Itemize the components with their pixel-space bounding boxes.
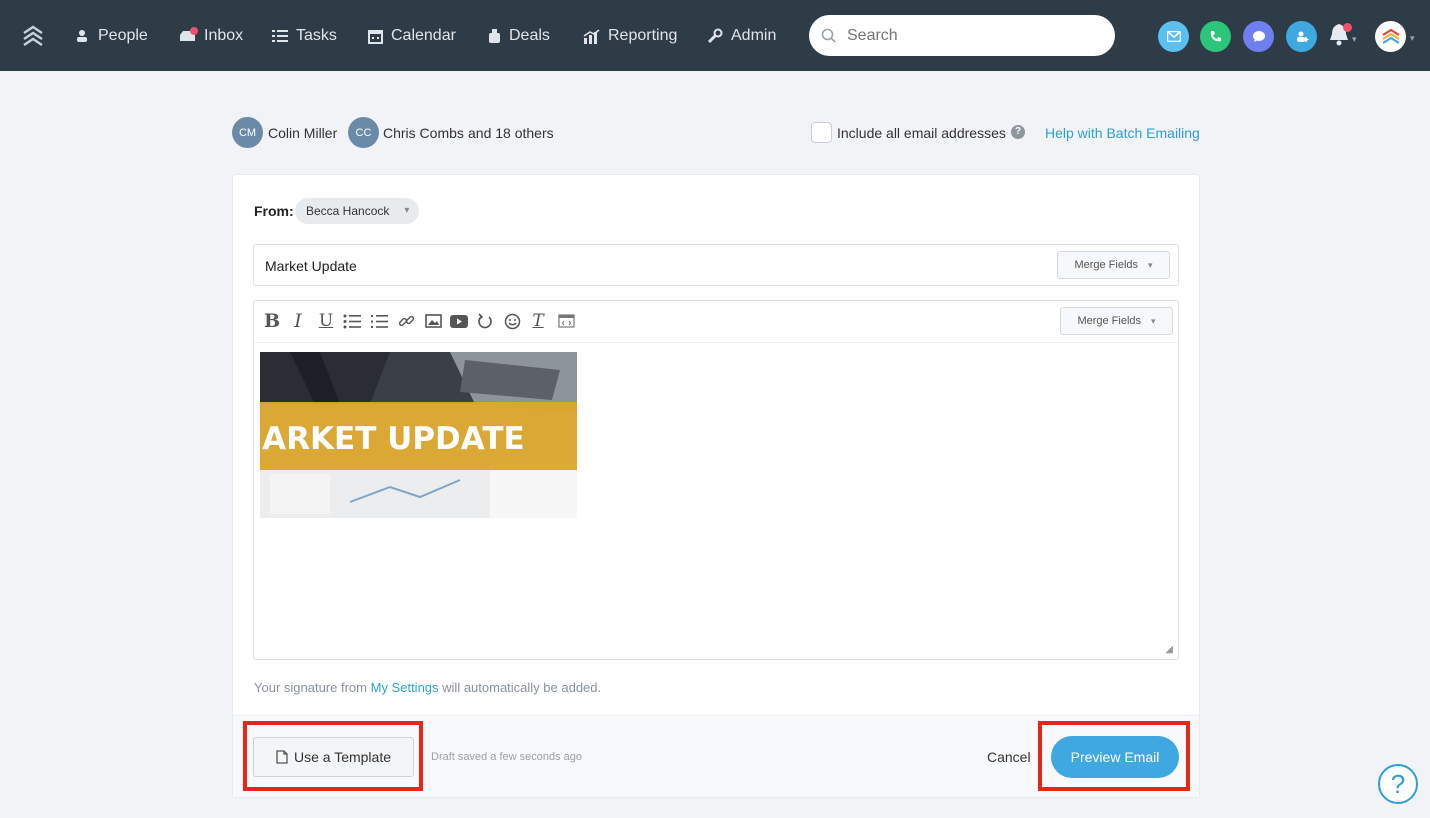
tasks-list-icon xyxy=(272,30,288,42)
recipient-others-link[interactable]: and 18 others xyxy=(468,125,554,141)
bold-icon[interactable]: B xyxy=(262,310,282,332)
phone-icon xyxy=(1210,31,1221,42)
wrench-icon xyxy=(707,28,723,44)
chevron-down-icon: ▾ xyxy=(404,205,410,216)
italic-icon[interactable]: I xyxy=(288,310,308,332)
avatar-initials: CM xyxy=(238,126,257,139)
person-icon xyxy=(77,30,87,42)
avatar: CC xyxy=(348,117,379,148)
help-batch-emailing-link[interactable]: Help with Batch Emailing xyxy=(1045,125,1200,141)
notifications-bell[interactable]: ▾ xyxy=(1328,22,1358,50)
merge-fields-label: Merge Fields xyxy=(1074,259,1139,271)
nav-inbox-label: Inbox xyxy=(204,27,244,44)
editor-toolbar: B I U T xyxy=(254,301,1178,343)
merge-fields-label: Merge Fields xyxy=(1077,315,1142,327)
banner-text: MARKET UPDATE xyxy=(260,421,525,457)
bullet-list-icon[interactable] xyxy=(342,311,362,331)
calendar-icon xyxy=(368,29,383,44)
inbox-notification-dot xyxy=(190,27,198,35)
recipient-name[interactable]: Colin Miller xyxy=(268,125,337,141)
avatar-initials: CC xyxy=(355,126,372,139)
search-box[interactable] xyxy=(809,15,1115,56)
question-icon[interactable]: ? xyxy=(1011,125,1025,139)
nav-tasks-label: Tasks xyxy=(296,27,337,44)
from-selector[interactable]: Becca Hancock ▾ xyxy=(295,198,420,224)
add-person-icon xyxy=(1296,31,1308,42)
draft-status: Draft saved a few seconds ago xyxy=(431,751,583,763)
quick-chat-button[interactable] xyxy=(1243,21,1274,52)
bell-notification-dot xyxy=(1343,23,1352,32)
subject-merge-fields-button[interactable]: Merge Fields ▾ xyxy=(1057,251,1170,279)
email-body-editor[interactable]: B I U T Merge Fields ▾ MARKET UPDATE ◢ xyxy=(253,300,1179,660)
subject-value: Market Update xyxy=(265,258,357,274)
email-icon xyxy=(1166,31,1181,42)
nav-calendar-label: Calendar xyxy=(391,27,456,44)
signature-note: Your signature from My Settings will aut… xyxy=(254,680,601,695)
undo-icon[interactable] xyxy=(475,311,495,331)
signature-prefix: Your signature from xyxy=(254,680,367,695)
help-bubble[interactable]: ? xyxy=(1378,764,1418,804)
nav-admin[interactable]: Admin xyxy=(707,24,776,48)
market-update-banner-image[interactable]: MARKET UPDATE xyxy=(260,352,577,518)
chevron-down-icon: ▾ xyxy=(1148,259,1153,270)
underline-icon[interactable]: U xyxy=(316,311,336,331)
nav-deals[interactable]: Deals xyxy=(488,24,550,48)
quick-add-person-button[interactable] xyxy=(1286,21,1317,52)
my-settings-link[interactable]: My Settings xyxy=(371,680,439,695)
cancel-button[interactable]: Cancel xyxy=(987,749,1031,765)
user-avatar-menu[interactable] xyxy=(1375,21,1406,52)
search-icon xyxy=(821,28,836,43)
highlight-box xyxy=(1038,721,1190,791)
image-icon[interactable] xyxy=(423,311,443,331)
rainbow-logo-icon xyxy=(1381,28,1400,44)
chevron-down-icon: ▾ xyxy=(1151,315,1156,326)
body-merge-fields-button[interactable]: Merge Fields ▾ xyxy=(1060,307,1173,335)
nav-reporting[interactable]: Reporting xyxy=(583,24,677,48)
clear-format-icon[interactable]: T xyxy=(528,311,548,331)
chat-icon xyxy=(1252,31,1265,42)
nav-calendar[interactable]: Calendar xyxy=(368,24,456,48)
search-input[interactable] xyxy=(847,26,1087,45)
avatar: CM xyxy=(232,117,263,148)
include-all-checkbox[interactable] xyxy=(811,122,832,143)
from-label: From: xyxy=(254,203,294,219)
quick-call-button[interactable] xyxy=(1200,21,1231,52)
source-code-icon[interactable] xyxy=(556,311,576,331)
recipient-name[interactable]: Chris Combs xyxy=(383,125,464,141)
link-icon[interactable] xyxy=(396,311,416,331)
resize-handle-icon[interactable]: ◢ xyxy=(1165,644,1173,655)
highlight-box xyxy=(243,721,423,791)
app-logo-icon[interactable] xyxy=(22,24,44,48)
nav-inbox[interactable]: Inbox xyxy=(179,24,243,48)
nav-people-label: People xyxy=(98,27,148,44)
emoji-icon[interactable] xyxy=(502,311,522,331)
reporting-chart-icon xyxy=(583,28,600,44)
chevron-down-icon: ▾ xyxy=(1352,34,1357,44)
video-icon[interactable] xyxy=(449,311,469,331)
nav-tasks[interactable]: Tasks xyxy=(272,24,337,48)
nav-deals-label: Deals xyxy=(509,27,550,44)
chevron-down-icon: ▾ xyxy=(1410,33,1415,43)
nav-admin-label: Admin xyxy=(731,27,777,44)
quick-email-button[interactable] xyxy=(1158,21,1189,52)
help-bubble-label: ? xyxy=(1390,768,1406,799)
subject-field[interactable]: Market Update Merge Fields ▾ xyxy=(253,244,1179,286)
numbered-list-icon[interactable] xyxy=(369,311,389,331)
include-all-label: Include all email addresses xyxy=(837,125,1006,141)
nav-reporting-label: Reporting xyxy=(608,27,678,44)
nav-people[interactable]: People xyxy=(74,24,148,48)
deals-bag-icon xyxy=(489,29,500,43)
from-value: Becca Hancock xyxy=(306,204,390,218)
signature-suffix: will automatically be added. xyxy=(442,680,602,695)
top-nav: People Inbox Tasks Calendar Deals Report… xyxy=(0,0,1430,71)
